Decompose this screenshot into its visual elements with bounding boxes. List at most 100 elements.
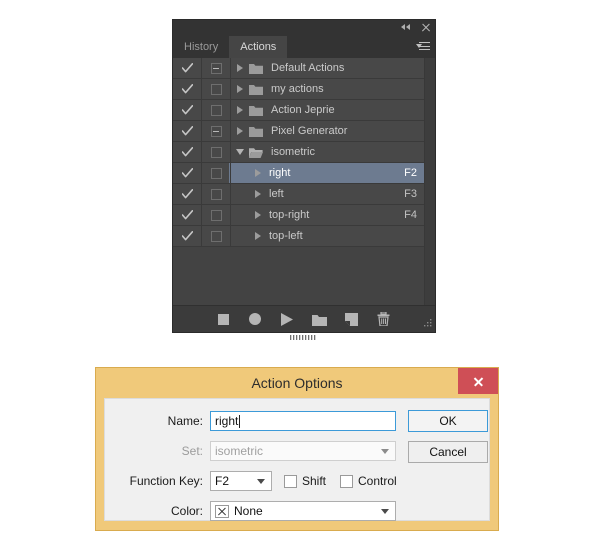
row-enable-toggle[interactable] bbox=[173, 62, 201, 74]
panel-resize-handle[interactable] bbox=[290, 331, 318, 340]
shift-label[interactable]: Shift bbox=[302, 474, 326, 488]
actions-row[interactable]: my actions bbox=[173, 79, 425, 100]
set-label: Set: bbox=[181, 444, 203, 458]
row-expand-toggle[interactable] bbox=[231, 64, 249, 72]
row-expand-toggle[interactable] bbox=[249, 211, 267, 219]
row-enable-toggle[interactable] bbox=[173, 167, 201, 179]
dialog-toggle-box-icon bbox=[210, 230, 222, 242]
actions-row[interactable]: isometric bbox=[173, 142, 425, 163]
actions-row[interactable]: top-right F4 bbox=[173, 205, 425, 226]
row-expand-toggle[interactable] bbox=[249, 190, 267, 198]
actions-row[interactable]: Pixel Generator bbox=[173, 121, 425, 142]
checkmark-icon bbox=[181, 146, 193, 158]
chevron-down-icon bbox=[257, 479, 265, 484]
stop-button[interactable] bbox=[207, 307, 239, 331]
name-input-value: right bbox=[215, 414, 239, 428]
folder-icon bbox=[249, 84, 269, 95]
collapse-double-chevron-icon[interactable] bbox=[401, 22, 412, 33]
checkmark-icon bbox=[181, 104, 193, 116]
dialog-toggle-box-icon bbox=[210, 209, 222, 221]
folder-icon bbox=[249, 147, 269, 158]
actions-row[interactable]: right F2 bbox=[173, 163, 425, 184]
resize-grip-icon[interactable] bbox=[421, 318, 433, 330]
play-button[interactable] bbox=[271, 307, 303, 331]
row-label: Default Actions bbox=[271, 62, 345, 74]
actions-row[interactable]: top-left bbox=[173, 226, 425, 247]
control-label[interactable]: Control bbox=[358, 474, 397, 488]
row-expand-toggle[interactable] bbox=[249, 232, 267, 240]
function-key-select[interactable]: F2 bbox=[210, 471, 272, 491]
checkmark-icon bbox=[181, 125, 193, 137]
row-dialog-toggle[interactable] bbox=[201, 121, 231, 141]
row-expand-toggle[interactable] bbox=[231, 106, 249, 114]
text-caret bbox=[239, 414, 241, 428]
color-row: Color: None bbox=[115, 501, 479, 521]
chevron-right-icon bbox=[255, 232, 261, 240]
chevron-down-icon bbox=[381, 449, 389, 454]
row-expand-toggle[interactable] bbox=[231, 149, 249, 155]
row-expand-toggle[interactable] bbox=[249, 169, 267, 177]
row-expand-toggle[interactable] bbox=[231, 127, 249, 135]
dialog-toggle-box-icon bbox=[210, 104, 222, 116]
screenshot-root: History Actions Default Actions my action… bbox=[0, 0, 600, 554]
control-checkbox[interactable] bbox=[340, 474, 354, 488]
row-enable-toggle[interactable] bbox=[173, 125, 201, 137]
row-dialog-toggle[interactable] bbox=[201, 205, 231, 225]
row-expand-toggle[interactable] bbox=[231, 85, 249, 93]
vertical-scrollbar[interactable] bbox=[424, 58, 435, 306]
checkmark-icon bbox=[181, 62, 193, 74]
close-icon[interactable] bbox=[420, 22, 431, 33]
row-label: Action Jeprie bbox=[271, 104, 335, 116]
panel-footer-toolbar bbox=[173, 305, 435, 340]
row-dialog-toggle[interactable] bbox=[201, 163, 231, 183]
dialog-toggle-box-icon bbox=[210, 146, 222, 158]
function-key-row: Function Key: F2 Shift Control bbox=[115, 471, 479, 491]
row-function-key: F2 bbox=[404, 167, 417, 179]
tab-history-label: History bbox=[184, 41, 219, 53]
set-select-value: isometric bbox=[215, 444, 264, 458]
action-options-dialog: Action Options Name: right Set: isometri… bbox=[95, 367, 499, 531]
row-enable-toggle[interactable] bbox=[173, 209, 201, 221]
actions-row[interactable]: Default Actions bbox=[173, 58, 425, 79]
new-set-button[interactable] bbox=[303, 307, 335, 331]
row-enable-toggle[interactable] bbox=[173, 83, 201, 95]
row-dialog-toggle[interactable] bbox=[201, 79, 231, 99]
tab-history[interactable]: History bbox=[173, 36, 230, 58]
row-dialog-toggle[interactable] bbox=[201, 226, 231, 246]
row-enable-toggle[interactable] bbox=[173, 104, 201, 116]
row-dialog-toggle[interactable] bbox=[201, 184, 231, 204]
no-color-swatch-icon bbox=[215, 504, 229, 518]
row-label: top-right bbox=[269, 209, 310, 221]
tabs-filler bbox=[287, 36, 435, 58]
cancel-button[interactable]: Cancel bbox=[408, 441, 488, 463]
record-button[interactable] bbox=[239, 307, 271, 331]
row-enable-toggle[interactable] bbox=[173, 146, 201, 158]
actions-row[interactable]: left F3 bbox=[173, 184, 425, 205]
row-enable-toggle[interactable] bbox=[173, 188, 201, 200]
chevron-right-icon bbox=[255, 211, 261, 219]
row-dialog-toggle[interactable] bbox=[201, 100, 231, 120]
ok-button-label: OK bbox=[439, 414, 457, 428]
delete-button[interactable] bbox=[367, 307, 399, 331]
row-dialog-toggle[interactable] bbox=[201, 142, 231, 162]
ok-button[interactable]: OK bbox=[408, 410, 488, 432]
row-enable-toggle[interactable] bbox=[173, 230, 201, 242]
color-select[interactable]: None bbox=[210, 501, 396, 521]
name-input[interactable]: right bbox=[210, 411, 396, 431]
new-action-button[interactable] bbox=[335, 307, 367, 331]
row-label: left bbox=[269, 188, 284, 200]
checkmark-icon bbox=[181, 188, 193, 200]
chevron-right-icon bbox=[237, 64, 243, 72]
chevron-right-icon bbox=[237, 127, 243, 135]
shift-checkbox[interactable] bbox=[284, 474, 297, 488]
dialog-buttons: OK Cancel bbox=[408, 410, 488, 463]
chevron-right-icon bbox=[237, 106, 243, 114]
chevron-right-icon bbox=[255, 190, 261, 198]
row-dialog-toggle[interactable] bbox=[201, 58, 231, 78]
tab-actions[interactable]: Actions bbox=[229, 36, 288, 58]
panel-titlebar-buttons bbox=[401, 22, 431, 33]
dialog-close-button[interactable] bbox=[458, 368, 498, 394]
panel-menu-icon[interactable] bbox=[416, 42, 430, 52]
actions-row[interactable]: Action Jeprie bbox=[173, 100, 425, 121]
cancel-button-label: Cancel bbox=[429, 445, 467, 459]
